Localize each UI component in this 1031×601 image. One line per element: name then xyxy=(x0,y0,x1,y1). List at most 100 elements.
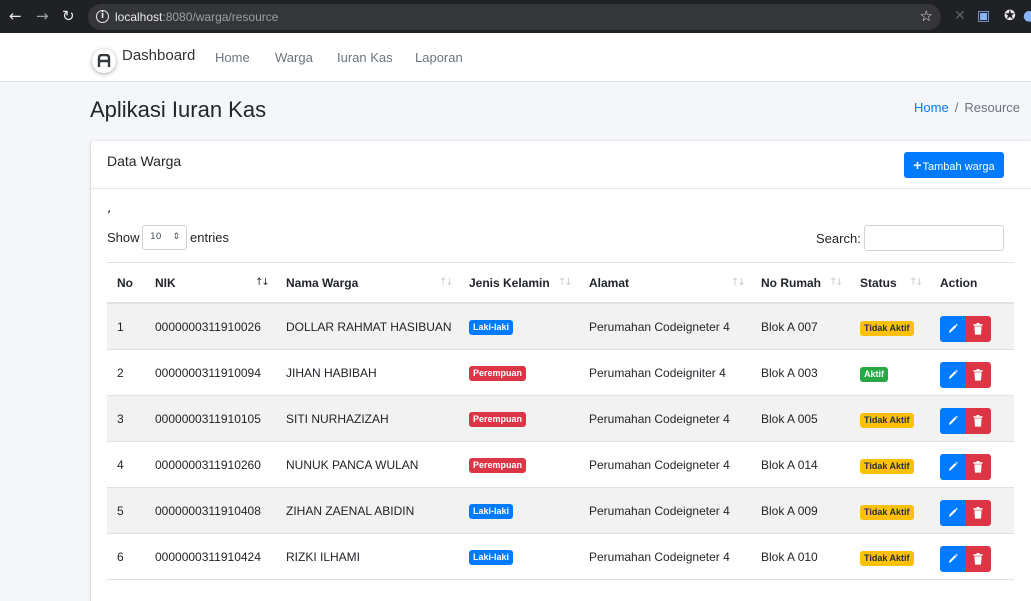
status-badge: Tidak Aktif xyxy=(860,505,914,520)
status-badge: Aktif xyxy=(860,367,888,382)
add-warga-label: Tambah warga xyxy=(922,161,995,173)
translate-icon[interactable]: ▣ xyxy=(977,8,990,24)
delete-button[interactable] xyxy=(965,500,991,526)
cell-no: 4 xyxy=(117,458,124,472)
sort-asc-icon[interactable]: ↑↓ xyxy=(255,277,270,288)
cell-no: 1 xyxy=(117,320,124,334)
gender-badge: Laki-laki xyxy=(469,504,514,519)
puzzle-icon[interactable]: ✪ xyxy=(1004,8,1016,24)
edit-button[interactable] xyxy=(940,408,966,434)
page-length-select[interactable]: 10 ⇕ xyxy=(142,225,187,250)
breadcrumb-current: Resource xyxy=(964,100,1020,115)
cell-nik: 0000000311910260 xyxy=(155,458,261,472)
bookmark-star-icon[interactable]: ☆ xyxy=(920,7,933,25)
table-row: 2 0000000311910094 JIHAN HABIBAH Perempuan P… xyxy=(107,350,1014,396)
status-badge: Tidak Aktif xyxy=(860,551,914,566)
info-icon[interactable]: i xyxy=(96,10,109,23)
delete-button[interactable] xyxy=(965,316,991,342)
brand-text[interactable]: Dashboard xyxy=(122,47,195,64)
search-label: Search: xyxy=(816,231,861,246)
status-badge: Tidak Aktif xyxy=(860,459,914,474)
select-caret-icon: ⇕ xyxy=(172,232,180,242)
col-header-no-rumah[interactable]: No Rumah xyxy=(761,276,821,290)
edit-button[interactable] xyxy=(940,362,966,388)
table-row: 6 0000000311910424 RIZKI ILHAMI Laki-laki Pe… xyxy=(107,534,1014,580)
table-row: 1 0000000311910026 DOLLAR RAHMAT HASIBUAN L… xyxy=(107,304,1014,350)
cell-no-rumah: Blok A 007 xyxy=(761,320,818,334)
cell-alamat: Perumahan Codeigniter 4 xyxy=(589,366,726,380)
nav-warga[interactable]: Warga xyxy=(275,50,313,65)
reload-icon[interactable]: ↻ xyxy=(62,8,75,25)
cell-no-rumah: Blok A 010 xyxy=(761,550,818,564)
cell-nik: 0000000311910094 xyxy=(155,366,261,380)
plus-icon: + xyxy=(913,157,922,173)
cell-nama: JIHAN HABIBAH xyxy=(286,366,377,380)
cell-alamat: Perumahan Codeigneter 4 xyxy=(589,550,730,564)
cell-no: 3 xyxy=(117,412,124,426)
cell-nama: DOLLAR RAHMAT HASIBUAN xyxy=(286,320,452,334)
breadcrumb-home[interactable]: Home xyxy=(914,100,949,115)
nav-home[interactable]: Home xyxy=(215,50,250,65)
delete-button[interactable] xyxy=(965,454,991,480)
sort-icon[interactable]: ↑↓ xyxy=(558,277,573,288)
gender-badge: Laki-laki xyxy=(469,550,514,565)
cell-no: 2 xyxy=(117,366,124,380)
nav-iuran-kas[interactable]: Iuran Kas xyxy=(337,50,393,65)
back-arrow-icon[interactable]: ← xyxy=(9,8,22,25)
page-title: Aplikasi Iuran Kas xyxy=(90,97,267,122)
sort-icon[interactable]: ↑↓ xyxy=(829,277,844,288)
col-header-jenis-kelamin[interactable]: Jenis Kelamin xyxy=(469,276,550,290)
sort-icon[interactable]: ↑↓ xyxy=(439,277,454,288)
cell-no: 5 xyxy=(117,504,124,518)
brand-logo-icon[interactable] xyxy=(92,49,116,73)
col-header-nik[interactable]: NIK xyxy=(155,276,176,290)
breadcrumb-separator: / xyxy=(954,100,959,115)
profile-icon[interactable]: ● xyxy=(1023,8,1031,24)
delete-button[interactable] xyxy=(965,546,991,572)
col-header-alamat[interactable]: Alamat xyxy=(589,276,629,290)
edit-button[interactable] xyxy=(940,500,966,526)
cell-nama: ZIHAN ZAENAL ABIDIN xyxy=(286,504,415,518)
search-input[interactable] xyxy=(864,225,1004,251)
show-label: Show xyxy=(107,230,140,245)
col-header-no[interactable]: No xyxy=(117,276,133,290)
cell-no-rumah: Blok A 014 xyxy=(761,458,818,472)
col-header-action: Action xyxy=(940,276,978,290)
col-header-status[interactable]: Status xyxy=(860,276,897,290)
cell-no-rumah: Blok A 003 xyxy=(761,366,818,380)
sort-icon[interactable]: ↑↓ xyxy=(731,277,746,288)
delete-button[interactable] xyxy=(965,362,991,388)
edit-button[interactable] xyxy=(940,316,966,342)
cell-nama: RIZKI ILHAMI xyxy=(286,550,361,564)
cell-nik: 0000000311910408 xyxy=(155,504,261,518)
delete-button[interactable] xyxy=(965,408,991,434)
table-row: 5 0000000311910408 ZIHAN ZAENAL ABIDIN Laki… xyxy=(107,488,1014,534)
address-bar[interactable]: i localhost:8080/warga/resource ☆ xyxy=(88,4,941,30)
gender-badge: Perempuan xyxy=(469,458,527,473)
cell-nama: SITI NURHAZIZAH xyxy=(286,412,389,426)
extension-x-icon[interactable]: ✕ xyxy=(954,8,966,24)
forward-arrow-icon[interactable]: → xyxy=(36,8,49,25)
top-navbar: Dashboard Home Warga Iuran Kas Laporan xyxy=(0,33,1031,82)
cell-no: 6 xyxy=(117,550,124,564)
edit-button[interactable] xyxy=(940,546,966,572)
cell-nama: NUNUK PANCA WULAN xyxy=(286,458,419,472)
cell-alamat: Perumahan Codeigneter 4 xyxy=(589,320,730,334)
edit-button[interactable] xyxy=(940,454,966,480)
add-warga-button[interactable]: +Tambah warga xyxy=(904,152,1004,178)
status-badge: Tidak Aktif xyxy=(860,413,914,428)
col-header-nama[interactable]: Nama Warga xyxy=(286,276,358,290)
cell-alamat: Perumahan Codeigneter 4 xyxy=(589,412,730,426)
breadcrumb: Home / Resource xyxy=(914,100,1020,115)
gender-badge: Perempuan xyxy=(469,412,527,427)
url-text: localhost:8080/warga/resource xyxy=(115,10,279,24)
cell-alamat: Perumahan Codeigneter 4 xyxy=(589,458,730,472)
status-badge: Tidak Aktif xyxy=(860,321,914,336)
sort-icon[interactable]: ↑↓ xyxy=(909,277,924,288)
card-header: Data Warga +Tambah warga xyxy=(91,141,1031,189)
cell-no-rumah: Blok A 009 xyxy=(761,504,818,518)
gender-badge: Laki-laki xyxy=(469,320,514,335)
data-warga-card: Data Warga +Tambah warga , Show 10 ⇕ entr… xyxy=(91,141,1031,601)
nav-laporan[interactable]: Laporan xyxy=(415,50,463,65)
entries-label: entries xyxy=(190,230,230,245)
